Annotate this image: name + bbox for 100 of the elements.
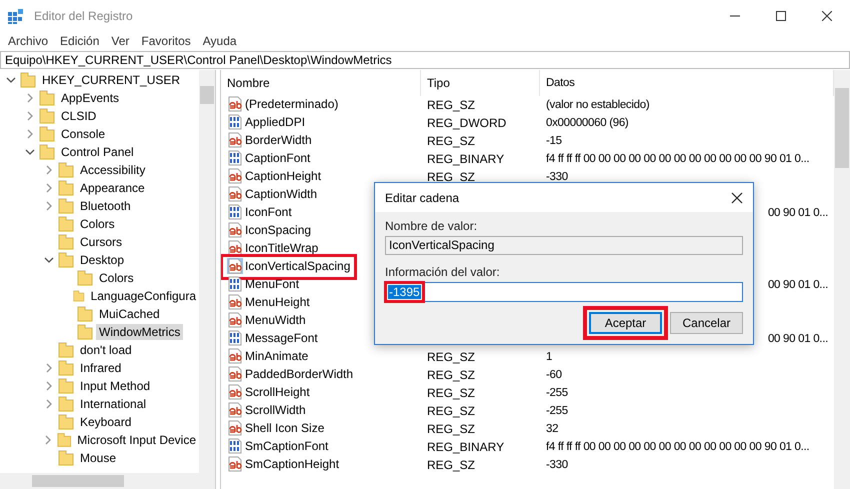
folder-icon (58, 450, 74, 466)
table-cell: -15 (546, 135, 562, 147)
value-name[interactable]: IconSpacing (245, 222, 312, 236)
table-cell: REG_SZ (427, 98, 476, 112)
table-cell: REG_BINARY (427, 440, 504, 454)
menu-item[interactable]: Favoritos (135, 32, 197, 51)
folder-icon (58, 414, 74, 430)
value-name[interactable]: PaddedBorderWidth (245, 366, 354, 380)
value-name[interactable]: MenuWidth (245, 312, 306, 326)
folder-icon (58, 198, 74, 214)
value-name[interactable]: ScrollHeight (245, 384, 310, 398)
folder-icon (58, 234, 74, 250)
value-name[interactable]: SmCaptionFont (245, 438, 328, 452)
close-icon[interactable] (822, 11, 832, 21)
tree-item[interactable]: MuiCached (96, 306, 163, 322)
value-name[interactable]: ScrollWidth (245, 402, 306, 416)
tree-item[interactable]: Accessibility (77, 162, 148, 178)
tree-item[interactable]: CLSID (58, 108, 100, 124)
value-name[interactable]: BorderWidth (245, 132, 312, 146)
tree-item[interactable]: Infrared (77, 360, 124, 376)
registry-icon (8, 8, 24, 24)
value-name[interactable]: IconFont (245, 204, 292, 218)
folder-icon (58, 360, 74, 376)
scrollbar[interactable] (0, 473, 215, 489)
tree-item[interactable]: Colors (77, 216, 118, 232)
menu-item[interactable]: Ver (105, 32, 136, 51)
table-cell: -255 (546, 387, 568, 399)
collapse-icon[interactable] (5, 75, 17, 85)
table-cell: REG_SZ (427, 386, 476, 400)
table-cell: f4 ff ff ff 00 00 00 00 00 00 00 00 00 00 00 00 90 01 0... (546, 153, 810, 165)
value-name[interactable]: (Predeterminado) (245, 96, 338, 110)
collapse-icon[interactable] (24, 147, 36, 157)
folder-icon (39, 144, 55, 160)
table-cell: REG_SZ (427, 458, 476, 472)
value-name-field[interactable]: IconVerticalSpacing (385, 236, 743, 255)
table-cell: REG_SZ (427, 404, 476, 418)
maximize-icon[interactable] (776, 11, 786, 21)
dialog-button[interactable]: Cancelar (670, 312, 743, 334)
scrollbar[interactable] (199, 70, 215, 473)
tree-item[interactable]: Console (58, 126, 108, 142)
tree-item[interactable]: don't load (77, 342, 135, 358)
field-label: Información del valor: (385, 265, 501, 279)
value-name[interactable]: IconVerticalSpacing (245, 258, 350, 272)
value-name[interactable]: MessageFont (245, 330, 318, 344)
tree-item[interactable]: Desktop (77, 252, 128, 268)
tree-item[interactable]: LanguageConfigura (88, 288, 199, 304)
table-cell: 1 (546, 351, 552, 363)
tree-item[interactable]: HKEY_CURRENT_USER (39, 72, 184, 88)
dialog-title: Editar cadena (385, 190, 460, 204)
folder-icon (58, 162, 74, 178)
collapse-icon[interactable] (43, 255, 55, 265)
table-cell: REG_SZ (427, 350, 476, 364)
tree-item[interactable]: Keyboard (77, 414, 134, 430)
tree-item[interactable]: AppEvents (58, 90, 122, 106)
table-cell: 0x00000060 (96) (546, 117, 628, 129)
column-header[interactable]: Tipo (421, 70, 540, 96)
table-cell: REG_BINARY (427, 152, 504, 166)
menu-item[interactable]: Archivo (2, 32, 54, 51)
folder-icon (58, 396, 74, 412)
value-name[interactable]: IconTitleWrap (245, 240, 318, 254)
folder-icon (39, 108, 55, 124)
tree-item[interactable]: Input Method (77, 378, 154, 394)
value-name[interactable]: AppliedDPI (245, 114, 306, 128)
table-cell: -330 (546, 171, 568, 183)
value-name[interactable]: CaptionWidth (245, 186, 318, 200)
tree-item[interactable]: Bluetooth (77, 198, 134, 214)
table-cell: 00 90 01 0... (768, 207, 828, 219)
folder-icon (58, 216, 74, 232)
value-name[interactable]: CaptionFont (245, 150, 310, 164)
value-name[interactable]: MinAnimate (245, 348, 308, 362)
value-data-field[interactable]: -1395 (385, 282, 743, 302)
value-name[interactable]: MenuFont (245, 276, 300, 290)
dialog-button[interactable]: Aceptar (589, 312, 662, 334)
tree-item[interactable]: Cursors (77, 234, 126, 250)
tree-item[interactable]: Mouse (77, 450, 120, 466)
tree-item[interactable]: Control Panel (58, 144, 137, 160)
field-label: Nombre de valor: (385, 219, 478, 233)
tree-item[interactable]: WindowMetrics (96, 324, 184, 340)
value-name[interactable]: SmCaptionHeight (245, 456, 340, 470)
tree-item[interactable]: Appearance (77, 180, 148, 196)
table-cell: REG_SZ (427, 422, 476, 436)
value-name[interactable]: CaptionHeight (245, 168, 322, 182)
address-bar[interactable]: Equipo\HKEY_CURRENT_USER\Control Panel\Desktop\WindowMetrics (0, 51, 850, 69)
value-name[interactable]: MenuHeight (245, 294, 310, 308)
tree-item[interactable]: Microsoft Input Device (74, 432, 199, 448)
folder-icon (56, 432, 72, 448)
tree-item[interactable]: International (77, 396, 150, 412)
table-cell: 00 90 01 0... (768, 279, 828, 291)
folder-icon (58, 252, 74, 268)
close-icon[interactable] (731, 192, 743, 204)
window-title: Editor del Registro (34, 9, 134, 23)
menu-item[interactable]: Ayuda (196, 32, 243, 51)
table-cell: REG_SZ (427, 134, 476, 148)
menu-item[interactable]: Edición (54, 32, 106, 51)
folder-icon (58, 342, 74, 358)
value-name[interactable]: Shell Icon Size (245, 420, 324, 434)
folder-icon (39, 126, 55, 142)
scrollbar[interactable] (834, 70, 850, 489)
folder-icon (58, 378, 74, 394)
tree-item[interactable]: Colors (96, 270, 137, 286)
